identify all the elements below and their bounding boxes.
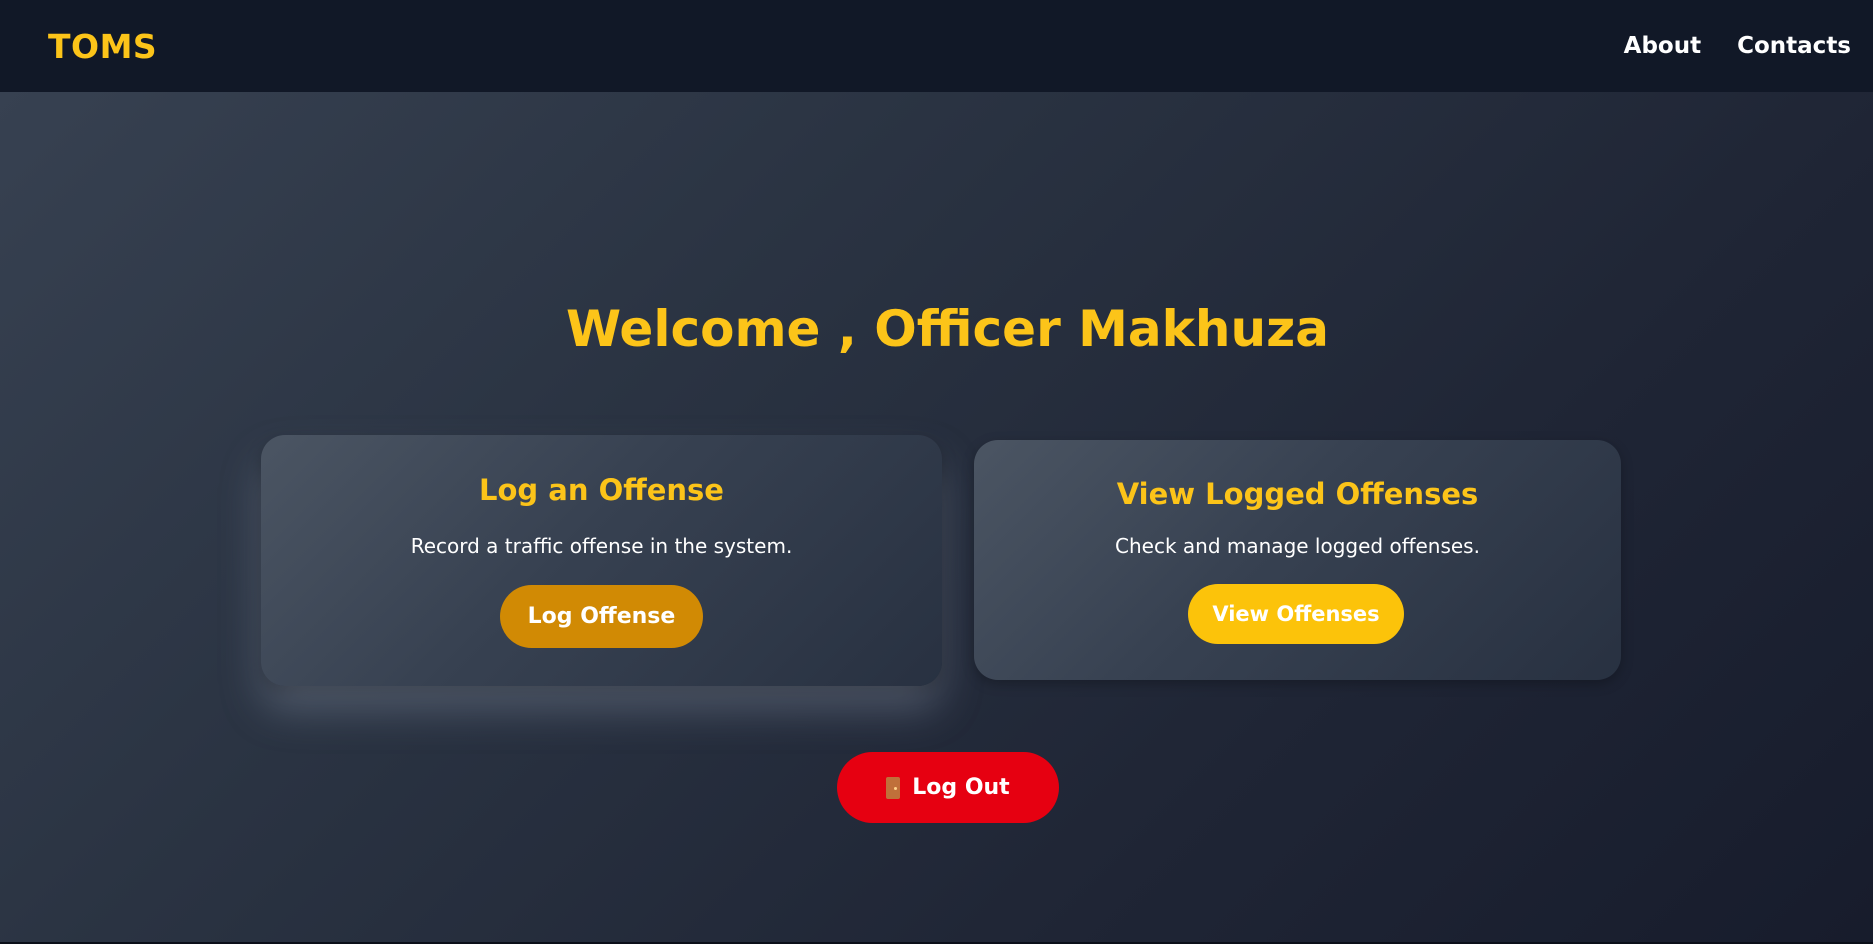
log-offense-card: Log an Offense Record a traffic offense … [261, 435, 942, 686]
door-icon [886, 776, 901, 799]
logout-label: Log Out [912, 775, 1010, 800]
view-offenses-card: View Logged Offenses Check and manage lo… [974, 440, 1621, 680]
card-title: View Logged Offenses [1116, 477, 1479, 511]
card-description: Record a traffic offense in the system. [410, 534, 793, 558]
log-offense-button[interactable]: Log Offense [500, 585, 703, 648]
nav-link-about[interactable]: About [1624, 33, 1701, 59]
brand-logo[interactable]: TOMS [48, 27, 157, 66]
logout-button[interactable]: Log Out [837, 752, 1059, 823]
card-description: Check and manage logged offenses. [1115, 534, 1480, 558]
navbar: TOMS About Contacts [0, 0, 1873, 92]
welcome-heading: Welcome , Officer Makhuza [566, 300, 1329, 358]
nav-link-contacts[interactable]: Contacts [1737, 33, 1851, 59]
card-title: Log an Offense [479, 473, 724, 507]
nav-links: About Contacts [1624, 33, 1851, 59]
view-offenses-button[interactable]: View Offenses [1188, 584, 1404, 644]
